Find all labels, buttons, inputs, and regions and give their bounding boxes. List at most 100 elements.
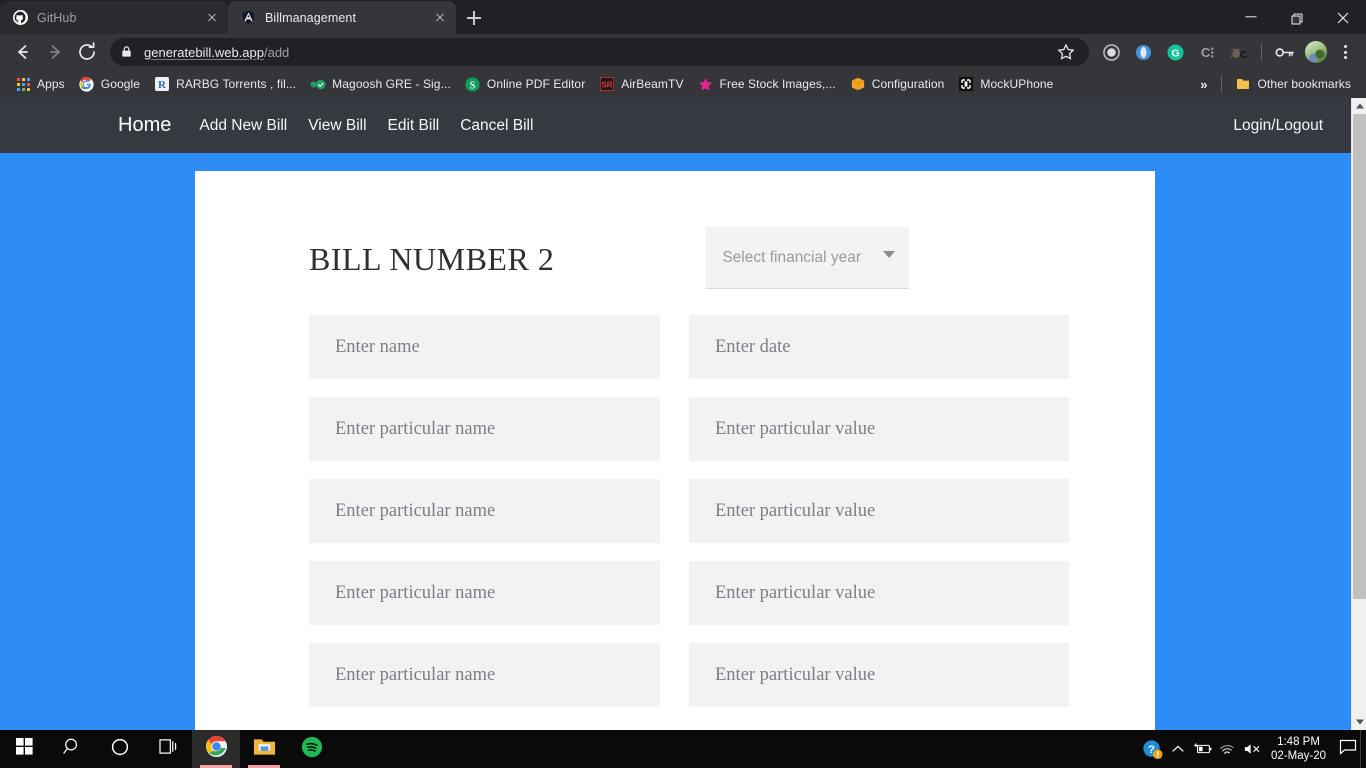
- clock-date: 02-May-20: [1271, 750, 1326, 762]
- bookmark-label: Apps: [37, 77, 65, 91]
- cortana-button[interactable]: [96, 730, 144, 768]
- start-button[interactable]: [0, 730, 48, 768]
- url-text: generatebill.web.app/add: [144, 45, 289, 60]
- bookmark-label: Online PDF Editor: [486, 77, 586, 91]
- browser-tab-billmanagement[interactable]: Billmanagement: [228, 1, 456, 34]
- bookmark-magoosh[interactable]: Magoosh GRE - Sig...: [303, 73, 458, 95]
- new-tab-button[interactable]: [460, 4, 488, 32]
- input-placeholder: Enter particular name: [335, 664, 496, 685]
- bookmark-free-stock-images[interactable]: Free Stock Images,...: [691, 73, 843, 95]
- minimize-button[interactable]: [1228, 0, 1274, 33]
- system-tray: ? 1:48 PM 02-May-20: [1140, 730, 1366, 768]
- other-bookmarks-folder[interactable]: Other bookmarks: [1228, 73, 1358, 95]
- bookmark-apps[interactable]: Apps: [8, 73, 72, 95]
- volume-icon[interactable]: [1240, 730, 1265, 768]
- browser-tab-github[interactable]: GitHub: [0, 1, 228, 34]
- nav-link-login-logout[interactable]: Login/Logout: [1233, 117, 1323, 134]
- close-button[interactable]: [1320, 0, 1366, 33]
- chevron-down-icon: [883, 251, 896, 258]
- bookmark-online-pdf-editor[interactable]: S Online PDF Editor: [458, 73, 592, 95]
- url-host: generatebill.web.app: [144, 44, 264, 60]
- mockuphone-icon: [958, 76, 974, 92]
- lock-icon: [120, 45, 134, 59]
- financial-year-select[interactable]: Select financial year: [706, 227, 910, 289]
- network-icon[interactable]: [1215, 730, 1240, 768]
- nav-link-add-new-bill[interactable]: Add New Bill: [199, 117, 287, 135]
- magoosh-check-icon: [310, 76, 326, 92]
- input-placeholder: Enter particular name: [335, 500, 496, 521]
- folder-icon: [1235, 76, 1251, 92]
- minimize-icon: [1245, 15, 1257, 18]
- spotify-taskbar-button[interactable]: [288, 730, 336, 768]
- clock-time: 1:48 PM: [1277, 736, 1320, 748]
- bug-c-extension-icon[interactable]: C: [1226, 39, 1252, 65]
- action-center-button[interactable]: [1336, 730, 1360, 768]
- chrome-taskbar-button[interactable]: [192, 730, 240, 768]
- maximize-button[interactable]: [1274, 0, 1320, 33]
- search-button[interactable]: [48, 730, 96, 768]
- date-input[interactable]: Enter date: [689, 315, 1069, 379]
- grammarly-g-extension-icon[interactable]: G: [1162, 39, 1188, 65]
- page-scrollbar[interactable]: [1351, 98, 1366, 730]
- blue-circle-extension-icon[interactable]: [1130, 39, 1156, 65]
- bookmark-label: RARBG Torrents , fil...: [176, 77, 297, 91]
- kebab-menu-icon[interactable]: [1332, 39, 1358, 65]
- particular-value-input-4[interactable]: Enter particular value: [689, 643, 1069, 707]
- particular-value-input-3[interactable]: Enter particular value: [689, 561, 1069, 625]
- bookmark-google[interactable]: Google: [72, 73, 147, 95]
- bookmark-label: AirBeamTV: [621, 77, 684, 91]
- navbar-brand-home[interactable]: Home: [118, 114, 171, 137]
- nav-link-view-bill[interactable]: View Bill: [308, 117, 366, 135]
- particular-name-input-4[interactable]: Enter particular name: [309, 643, 660, 707]
- tab-close-icon[interactable]: [431, 9, 448, 26]
- address-bar[interactable]: generatebill.web.app/add: [110, 38, 1089, 66]
- cortana-circle-icon: [111, 738, 129, 761]
- extensions-area: G C C: [1095, 39, 1358, 65]
- svg-text:G: G: [1171, 48, 1179, 59]
- page-viewport: Home Add New Bill View Bill Edit Bill Ca…: [0, 98, 1366, 730]
- bookmark-mockuphone[interactable]: MockUPhone: [951, 73, 1060, 95]
- scrollbar-thumb[interactable]: [1353, 114, 1366, 599]
- bookmark-label: Google: [100, 77, 141, 91]
- nav-link-cancel-bill[interactable]: Cancel Bill: [460, 117, 533, 135]
- gray-circle-extension-icon[interactable]: [1098, 39, 1124, 65]
- avatar[interactable]: [1305, 41, 1327, 63]
- taskbar-clock[interactable]: 1:48 PM 02-May-20: [1265, 735, 1336, 763]
- rarbg-r-icon: R: [154, 76, 170, 92]
- browser-tab-title: GitHub: [37, 10, 77, 25]
- input-placeholder: Enter particular value: [715, 664, 876, 685]
- scroll-down-arrow-icon: [1355, 719, 1364, 725]
- particular-name-input-1[interactable]: Enter particular name: [309, 397, 660, 461]
- bookmark-configuration[interactable]: Configuration: [843, 73, 952, 95]
- particular-name-input-2[interactable]: Enter particular name: [309, 479, 660, 543]
- colorzilla-extension-icon[interactable]: C: [1194, 39, 1220, 65]
- particular-value-input-2[interactable]: Enter particular value: [689, 479, 1069, 543]
- reload-button[interactable]: [72, 37, 102, 67]
- task-view-icon: [158, 738, 178, 760]
- particular-name-input-3[interactable]: Enter particular name: [309, 561, 660, 625]
- star-icon[interactable]: [1053, 39, 1079, 65]
- bookmark-rarbg[interactable]: R RARBG Torrents , fil...: [147, 73, 303, 95]
- back-button[interactable]: [8, 37, 38, 67]
- key-password-extension-icon[interactable]: [1271, 39, 1297, 65]
- scroll-up-button[interactable]: [1352, 98, 1366, 114]
- show-hidden-icons-button[interactable]: [1165, 730, 1190, 768]
- help-notification-icon[interactable]: ?: [1140, 730, 1165, 768]
- svg-text:C: C: [1240, 49, 1247, 60]
- bookmarks-overflow-button[interactable]: »: [1192, 77, 1215, 92]
- battery-icon[interactable]: [1190, 730, 1215, 768]
- name-input[interactable]: Enter name: [309, 315, 660, 379]
- browser-tab-title: Billmanagement: [265, 10, 357, 25]
- task-view-button[interactable]: [144, 730, 192, 768]
- particular-value-input-1[interactable]: Enter particular value: [689, 397, 1069, 461]
- svg-text:SR: SR: [602, 81, 613, 90]
- chrome-icon: [205, 735, 228, 763]
- scroll-down-button[interactable]: [1352, 714, 1366, 730]
- forward-button[interactable]: [40, 37, 70, 67]
- bookmark-airbeamtv[interactable]: SR AirBeamTV: [592, 73, 690, 95]
- nav-link-edit-bill[interactable]: Edit Bill: [388, 117, 440, 135]
- file-explorer-taskbar-button[interactable]: [240, 730, 288, 768]
- show-desktop-button[interactable]: [1360, 730, 1366, 768]
- tab-close-icon[interactable]: [203, 9, 220, 26]
- bill-fields-grid: Enter name Enter date Enter particular n…: [195, 315, 1155, 707]
